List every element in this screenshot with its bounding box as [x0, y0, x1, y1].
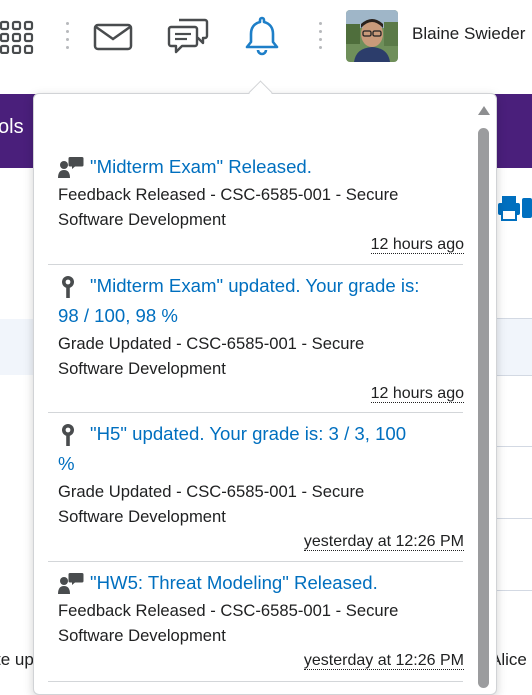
divider — [48, 412, 463, 413]
notification-description: Software Development — [58, 210, 226, 229]
notification-time: 12 hours ago — [370, 385, 464, 403]
notification-time: yesterday at 12:26 PM — [303, 533, 464, 551]
scrollbar[interactable] — [474, 106, 492, 688]
notification-title[interactable]: "HW5: Threat Modeling" Released. — [90, 568, 464, 598]
feedback-icon — [58, 572, 84, 596]
separator — [319, 22, 322, 52]
notification-description: Grade Updated - CSC-6585-001 - Secure — [58, 482, 365, 501]
notification-title[interactable]: "H5" updated. Your grade is: 3 / 3, 100 — [90, 419, 464, 449]
table-row-border — [495, 446, 532, 447]
page-text-fragment: te up — [0, 650, 34, 669]
avatar[interactable] — [346, 10, 398, 62]
notification-item[interactable]: "HW5: Threat Modeling" Released. Feedbac… — [58, 568, 464, 672]
grade-pin-icon — [58, 275, 84, 299]
notification-description: Feedback Released - CSC-6585-001 - Secur… — [58, 601, 399, 620]
notification-item[interactable]: "Midterm Exam" Released. Feedback Releas… — [58, 152, 464, 256]
table-row-border — [495, 375, 532, 376]
course-nav-tab[interactable]: ols — [0, 116, 24, 139]
notification-time: 12 hours ago — [370, 236, 464, 254]
notification-description: Software Development — [58, 626, 226, 645]
notification-item[interactable]: "Midterm Exam" updated. Your grade is: 9… — [58, 271, 464, 405]
notification-title[interactable]: 98 / 100, 98 % — [58, 301, 464, 331]
user-name[interactable]: Blaine Swieder — [412, 24, 525, 44]
notification-time: yesterday at 12:26 PM — [303, 652, 464, 670]
bell-icon[interactable] — [242, 14, 282, 58]
separator — [66, 22, 69, 52]
divider — [48, 561, 463, 562]
grid-icon[interactable] — [0, 18, 34, 56]
scroll-thumb[interactable] — [478, 128, 489, 688]
notification-title[interactable]: "Midterm Exam" Released. — [90, 152, 464, 182]
notification-title[interactable]: % — [58, 449, 464, 479]
print-icon[interactable] — [496, 196, 532, 222]
notification-description: Software Development — [58, 359, 226, 378]
chat-icon[interactable] — [166, 16, 210, 58]
table-row-border — [495, 518, 532, 519]
top-navbar: Blaine Swieder — [0, 0, 532, 78]
notification-description: Software Development — [58, 507, 226, 526]
scroll-up-arrow-icon[interactable] — [478, 106, 490, 115]
table-row-border — [495, 590, 532, 591]
divider — [48, 264, 463, 265]
notification-description: Grade Updated - CSC-6585-001 - Secure — [58, 334, 365, 353]
mail-icon[interactable] — [92, 20, 134, 54]
feedback-icon — [58, 156, 84, 180]
grade-pin-icon — [58, 423, 84, 447]
notification-title[interactable]: "Midterm Exam" updated. Your grade is: — [90, 271, 464, 301]
notifications-dropdown: "Midterm Exam" Released. Feedback Releas… — [33, 93, 497, 695]
notification-item[interactable]: "H5" updated. Your grade is: 3 / 3, 100 … — [58, 419, 464, 553]
notification-description: Feedback Released - CSC-6585-001 - Secur… — [58, 185, 399, 204]
